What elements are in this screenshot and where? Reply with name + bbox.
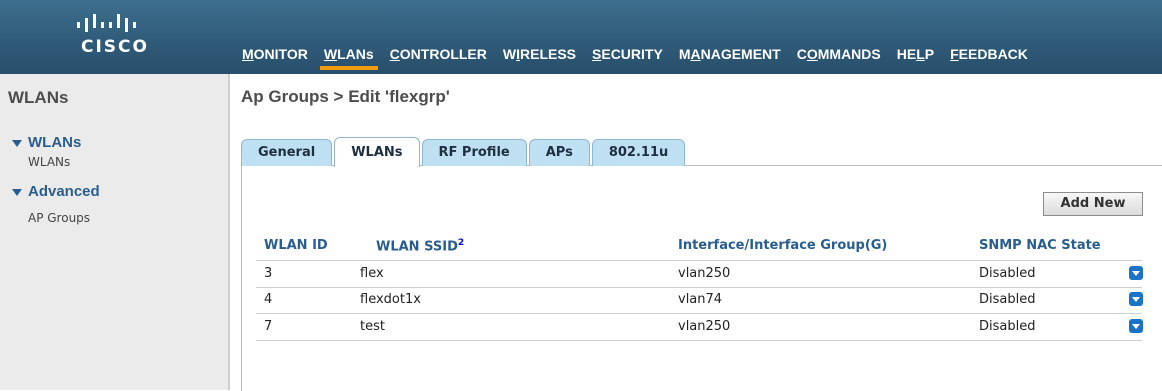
wlan-ssid-cell: flexdot1x xyxy=(360,292,421,307)
sidebar-item-ap-groups[interactable]: AP Groups xyxy=(28,211,90,225)
row-dropdown-icon[interactable] xyxy=(1129,319,1143,333)
col-header-wlan-id: WLAN ID xyxy=(264,238,328,253)
row-dropdown-icon[interactable] xyxy=(1129,266,1143,280)
nav-help[interactable]: HELP xyxy=(889,44,942,70)
tab-80211u[interactable]: 802.11u xyxy=(591,139,686,166)
sidebar-group-wlans[interactable]: WLANs xyxy=(12,134,81,151)
row-dropdown-icon[interactable] xyxy=(1129,292,1143,306)
sidebar-item-wlans[interactable]: WLANs xyxy=(28,155,70,169)
tab-general[interactable]: General xyxy=(241,139,333,166)
interface-cell: vlan74 xyxy=(678,292,723,307)
col-header-wlan-ssid: WLAN SSID2 xyxy=(376,238,465,255)
nav-feedback[interactable]: FEEDBACK xyxy=(942,44,1036,70)
nav-commands[interactable]: COMMANDS xyxy=(789,44,889,70)
nav-security[interactable]: SECURITY xyxy=(584,44,671,70)
main-nav: MONITOR WLANs CONTROLLER WIRELESS SECURI… xyxy=(242,44,1036,70)
wlan-id-cell: 7 xyxy=(264,319,273,334)
table-row: 3 flex vlan250 Disabled xyxy=(256,260,1143,288)
interface-cell: vlan250 xyxy=(678,266,731,281)
sidebar: WLANs WLANs WLANs Advanced AP Groups xyxy=(0,74,230,390)
col-header-snmp-nac: SNMP NAC State xyxy=(979,238,1101,253)
wlan-id-cell: 4 xyxy=(264,292,273,307)
nac-state-cell: Disabled xyxy=(979,292,1036,307)
collapse-triangle-icon xyxy=(12,188,22,196)
tab-bar: General WLANs RF Profile APs 802.11u xyxy=(241,137,687,167)
tab-aps[interactable]: APs xyxy=(528,139,590,166)
sidebar-group-advanced[interactable]: Advanced xyxy=(12,183,100,200)
col-header-interface: Interface/Interface Group(G) xyxy=(678,238,888,253)
wlan-id-cell: 3 xyxy=(264,266,273,281)
nav-management[interactable]: MANAGEMENT xyxy=(671,44,789,70)
nav-controller[interactable]: CONTROLLER xyxy=(382,44,495,70)
tab-wlans[interactable]: WLANs xyxy=(334,137,420,167)
tab-rf-profile[interactable]: RF Profile xyxy=(421,139,527,166)
sidebar-title: WLANs xyxy=(8,88,69,107)
cisco-wordmark: CISCO xyxy=(81,37,149,57)
nav-wireless[interactable]: WIRELESS xyxy=(495,44,584,70)
nav-monitor[interactable]: MONITOR xyxy=(242,44,316,70)
table-row: 4 flexdot1x vlan74 Disabled xyxy=(256,287,1143,314)
ssid-footnote-link[interactable]: 2 xyxy=(458,238,464,248)
nav-wlans[interactable]: WLANs xyxy=(316,44,382,70)
interface-cell: vlan250 xyxy=(678,319,731,334)
page-title: Ap Groups > Edit 'flexgrp' xyxy=(241,87,450,106)
wlan-ssid-cell: test xyxy=(360,319,385,334)
cisco-bars-icon xyxy=(77,14,136,32)
cisco-logo[interactable]: CISCO xyxy=(0,0,230,74)
nac-state-cell: Disabled xyxy=(979,266,1036,281)
wlan-ssid-cell: flex xyxy=(360,266,384,281)
collapse-triangle-icon xyxy=(12,139,22,147)
add-new-button[interactable]: Add New xyxy=(1043,192,1143,216)
top-bar: CISCO MONITOR WLANs CONTROLLER WIRELESS … xyxy=(0,0,1162,74)
table-row: 7 test vlan250 Disabled xyxy=(256,314,1143,341)
nac-state-cell: Disabled xyxy=(979,319,1036,334)
